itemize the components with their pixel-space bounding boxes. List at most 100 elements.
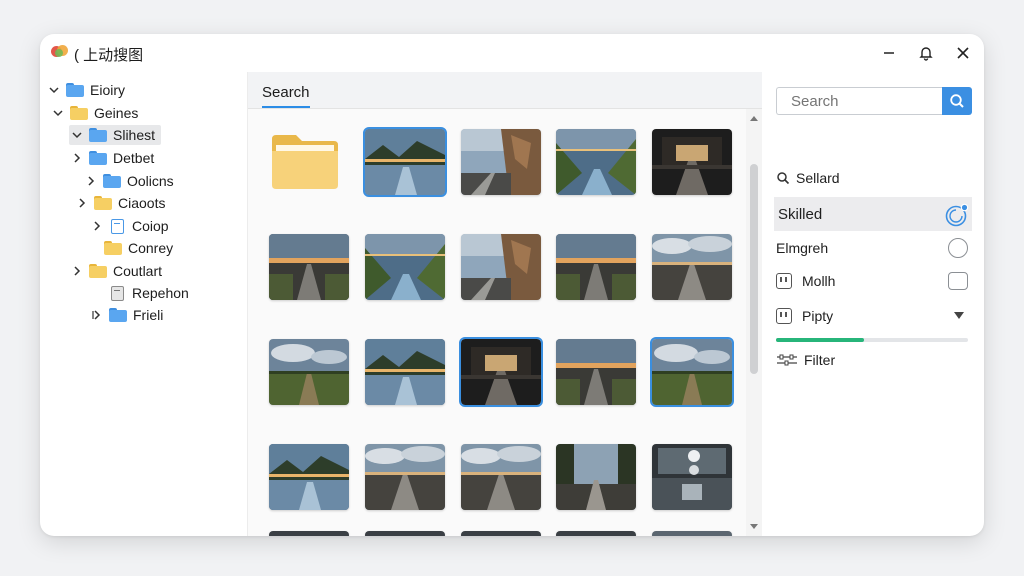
minimize-button[interactable]	[878, 42, 900, 64]
scrollbar-thumb[interactable]	[750, 164, 758, 374]
tree-item-coiop[interactable]: Coiop	[91, 216, 169, 236]
folder-icon[interactable]	[270, 131, 340, 191]
image-thumbnail[interactable]	[556, 129, 636, 195]
tree-item-label: Repehon	[132, 285, 189, 301]
image-thumbnail[interactable]	[556, 531, 636, 536]
tree-item-geines[interactable]: Geines	[52, 103, 138, 123]
close-icon	[957, 47, 969, 59]
thumbnail-grid	[248, 109, 746, 536]
progress-fill	[776, 338, 865, 342]
tree-item-label: Conrey	[128, 240, 174, 256]
scroll-up-icon[interactable]	[750, 115, 758, 121]
folder-tree: Eioiry Geines Slihest Detbet Oolicns Cia…	[40, 74, 246, 536]
option-label: Sellard	[796, 170, 840, 186]
image-thumbnail[interactable]	[461, 444, 541, 510]
tree-item-coutlart[interactable]: Coutlart	[71, 261, 162, 281]
option-label: Elmgreh	[776, 240, 829, 256]
image-thumbnail[interactable]	[269, 234, 349, 300]
search-input[interactable]	[776, 87, 942, 115]
vertical-scrollbar[interactable]	[746, 109, 762, 536]
tab-search[interactable]: Search	[262, 84, 310, 108]
image-thumbnail[interactable]	[652, 129, 732, 195]
close-button[interactable]	[952, 42, 974, 64]
option-pipty[interactable]: Pipty	[776, 306, 972, 326]
option-label: Mollh	[802, 273, 836, 289]
option-skilled[interactable]: Skilled	[774, 197, 972, 231]
folder-icon	[66, 83, 84, 97]
chevron-right-icon[interactable]	[71, 152, 83, 164]
image-thumbnail[interactable]	[459, 337, 543, 407]
tree-item-label: Eioiry	[90, 82, 126, 98]
minimize-icon	[884, 52, 894, 54]
option-label: Skilled	[778, 205, 823, 223]
app-window: ( 上动搜图 Eioiry Geines Slihest Detbet Ooli…	[40, 34, 984, 536]
image-thumbnail[interactable]	[652, 444, 732, 510]
plug-icon	[776, 308, 792, 324]
filter-button[interactable]: Filter	[776, 350, 972, 370]
image-thumbnail[interactable]	[269, 444, 349, 510]
tree-item-label: Slihest	[113, 127, 156, 143]
chevron-down-icon[interactable]	[52, 107, 64, 119]
option-mollh[interactable]: Mollh	[776, 271, 972, 291]
image-thumbnail[interactable]	[365, 234, 445, 300]
image-thumbnail[interactable]	[652, 531, 732, 536]
tree-item-eioiry[interactable]: Eioiry	[48, 80, 125, 100]
tree-item-label: Oolicns	[127, 173, 174, 189]
tree-item-label: Ciaoots	[118, 195, 166, 211]
document-icon	[111, 218, 124, 234]
chevron-right-icon[interactable]	[76, 197, 88, 209]
notifications-button[interactable]	[915, 42, 937, 64]
checkbox[interactable]	[948, 272, 968, 290]
search-button[interactable]	[942, 87, 972, 115]
document-icon	[111, 285, 124, 301]
image-thumbnail[interactable]	[269, 531, 349, 536]
filter-icon	[777, 354, 797, 366]
tree-item-ciaoots[interactable]: Ciaoots	[76, 193, 165, 213]
search-icon	[777, 172, 790, 185]
folder-icon	[89, 128, 107, 142]
tree-item-frieli[interactable]: Frieli	[91, 305, 163, 325]
scroll-down-icon[interactable]	[750, 524, 758, 530]
option-sellard[interactable]: Sellard	[776, 168, 972, 188]
folder-icon	[94, 196, 112, 210]
image-thumbnail[interactable]	[556, 339, 636, 405]
progress-bar	[776, 338, 968, 342]
tree-item-label: Coiop	[132, 218, 169, 234]
image-thumbnail[interactable]	[363, 127, 447, 197]
chevron-right-icon[interactable]	[71, 265, 83, 277]
radio-button[interactable]	[948, 238, 968, 258]
title-bar: ( 上动搜图	[40, 34, 984, 72]
tree-item-slihest[interactable]: Slihest	[69, 125, 161, 145]
tree-item-detbet[interactable]: Detbet	[71, 148, 154, 168]
tree-item-conrey[interactable]: Conrey	[86, 238, 173, 258]
image-thumbnail[interactable]	[365, 531, 445, 536]
app-logo-icon	[51, 45, 69, 59]
chevron-down-icon[interactable]	[48, 84, 60, 96]
image-thumbnail[interactable]	[461, 234, 541, 300]
radio-selected-icon[interactable]	[944, 202, 970, 228]
image-thumbnail[interactable]	[269, 339, 349, 405]
image-thumbnail[interactable]	[365, 339, 445, 405]
chevron-right-icon[interactable]	[91, 220, 103, 232]
image-thumbnail[interactable]	[461, 531, 541, 536]
image-thumbnail[interactable]	[652, 234, 732, 300]
folder-icon	[103, 174, 121, 188]
image-thumbnail[interactable]	[461, 129, 541, 195]
option-elmgreh[interactable]: Elmgreh	[776, 238, 972, 258]
bell-icon	[919, 47, 933, 61]
dropdown-arrow-icon[interactable]	[954, 312, 964, 320]
tree-item-label: Coutlart	[113, 263, 163, 279]
chevron-right-icon[interactable]	[91, 309, 103, 321]
chevron-down-icon[interactable]	[71, 129, 83, 141]
tree-item-label: Frieli	[133, 307, 164, 323]
image-browser-panel: Search	[247, 72, 762, 536]
image-thumbnail[interactable]	[365, 444, 445, 510]
filter-label: Filter	[804, 352, 836, 368]
chevron-right-icon[interactable]	[85, 175, 97, 187]
tree-item-oolicns[interactable]: Oolicns	[85, 171, 174, 191]
image-thumbnail[interactable]	[556, 444, 636, 510]
image-thumbnail[interactable]	[650, 337, 734, 407]
tree-item-repehon[interactable]: Repehon	[91, 283, 189, 303]
folder-icon	[104, 241, 122, 255]
image-thumbnail[interactable]	[556, 234, 636, 300]
